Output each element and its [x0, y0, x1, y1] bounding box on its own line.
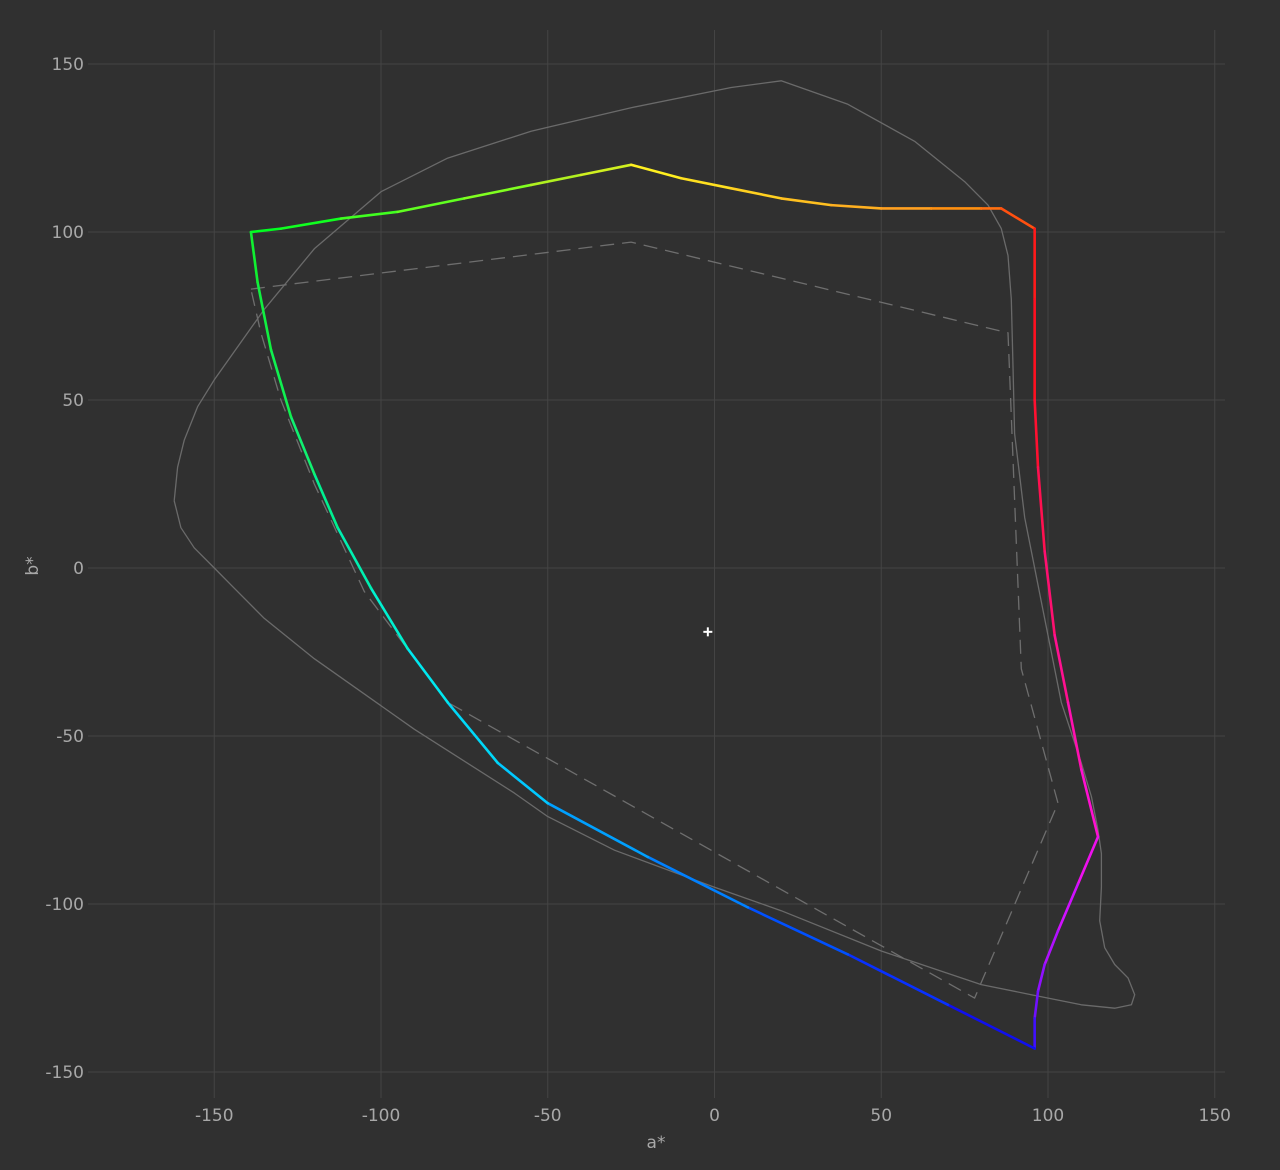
y-tick-label: 0 [73, 559, 84, 579]
x-tick-label: -100 [362, 1106, 401, 1126]
y-tick-label: 100 [52, 223, 84, 243]
x-tick-label: 100 [1032, 1106, 1064, 1126]
x-tick-label: -150 [195, 1106, 234, 1126]
y-tick-label: 150 [52, 55, 84, 75]
y-axis-title: b* [23, 556, 43, 575]
x-tick-label: 150 [1199, 1106, 1231, 1126]
y-tick-label: -150 [45, 1063, 84, 1083]
x-tick-label: 50 [870, 1106, 892, 1126]
x-axis-title: a* [647, 1133, 666, 1153]
y-tick-label: -100 [45, 895, 84, 915]
gamut-chart: -150 -100 -50 0 50 100 150 150 100 50 0 -50 -100 -150… [0, 0, 1280, 1170]
chart-background [0, 0, 1280, 1170]
y-tick-label: 50 [62, 391, 84, 411]
y-tick-label: -50 [56, 727, 84, 747]
x-tick-label: 0 [709, 1106, 720, 1126]
x-tick-label: -50 [534, 1106, 562, 1126]
